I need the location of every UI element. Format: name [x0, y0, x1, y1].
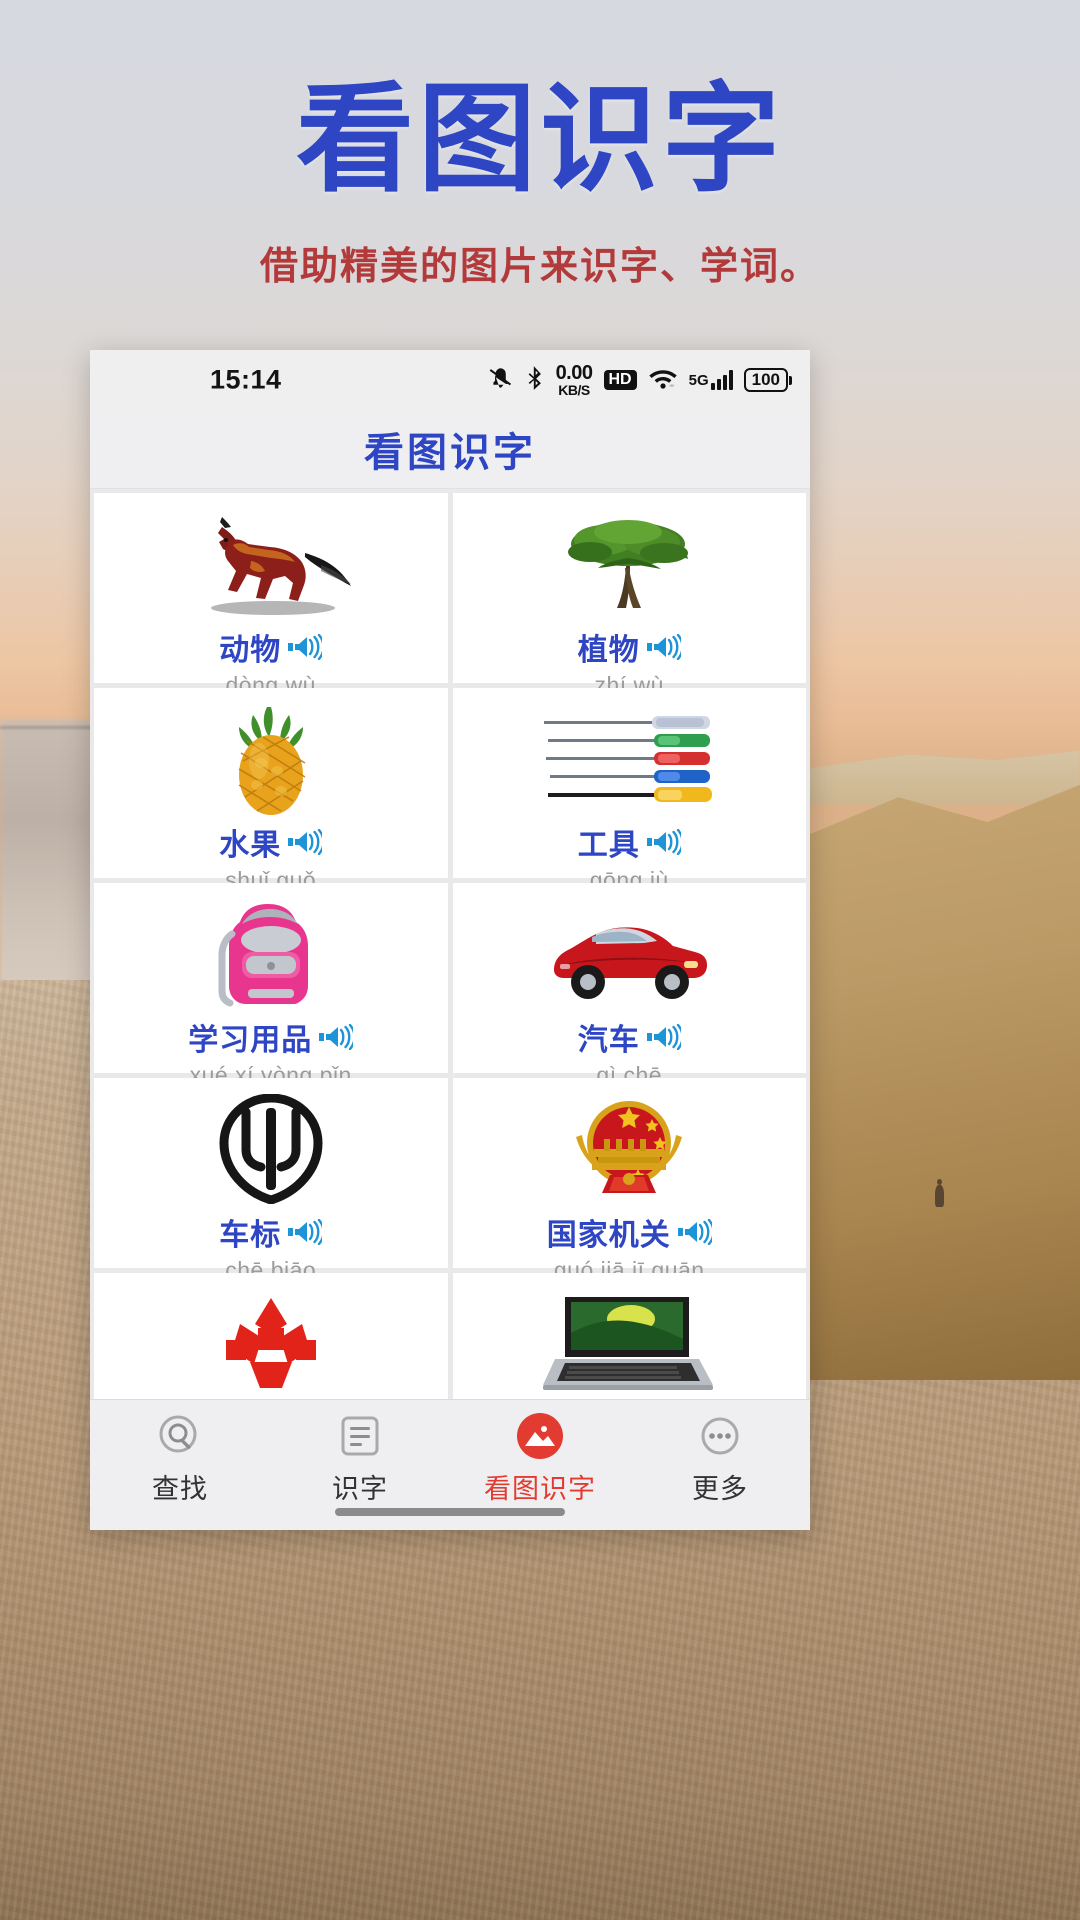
school-supplies-thumbnail [98, 895, 444, 1013]
category-card-cars[interactable]: 汽车 qì chē [452, 883, 806, 1088]
tree-image [554, 508, 704, 620]
state-organs-label-row: 国家机关 [547, 1210, 712, 1254]
home-indicator [335, 1508, 565, 1516]
category-card-partial-left[interactable] [94, 1273, 448, 1399]
tab-literacy-label: 识字 [332, 1474, 388, 1505]
tab-search-label: 查找 [152, 1474, 208, 1505]
fruits-thumbnail [98, 700, 444, 818]
category-card-school-supplies[interactable]: 学习用品 xué xí yòng pǐn [94, 883, 448, 1088]
cars-thumbnail [457, 895, 803, 1013]
red-car-image [534, 904, 724, 1004]
car-emblem-image [216, 1093, 326, 1205]
cars-label-row: 汽车 [578, 1015, 681, 1059]
national-emblem-image [554, 1093, 704, 1205]
cars-label: 汽车 [577, 1023, 640, 1058]
promo-title: 看图识字 [295, 70, 784, 208]
battery-level: 100 [743, 368, 788, 392]
car-logos-label: 车标 [219, 1218, 282, 1253]
category-card-state-organs[interactable]: 国家机关 guó jiā jī guān [452, 1078, 806, 1283]
speaker-icon[interactable] [677, 1219, 712, 1245]
status-bar: 15:14 0.00 KB/S HD 5G 100 [90, 350, 810, 410]
animals-thumbnail [98, 505, 444, 623]
fruits-label: 水果 [219, 828, 282, 863]
wifi-icon [648, 366, 678, 395]
plants-label: 植物 [577, 633, 640, 668]
state-organs-label: 国家机关 [546, 1218, 671, 1253]
battery-tip [789, 375, 792, 385]
list-icon [339, 1412, 381, 1460]
car-logos-label-row: 车标 [219, 1210, 323, 1254]
promo-header: 看图识字 借助精美的图片来识字、学词。 [0, 0, 1080, 350]
network-speed-value: 0.00 [555, 362, 593, 384]
speaker-icon[interactable] [646, 829, 681, 855]
app-title: 看图识字 [364, 430, 536, 476]
partial-right-thumbnail [457, 1285, 803, 1399]
speaker-icon[interactable] [288, 1219, 323, 1245]
tab-picture-literacy-label: 看图识字 [484, 1474, 596, 1505]
picture-icon [516, 1412, 564, 1460]
laptop-image [539, 1289, 719, 1399]
tools-thumbnail [457, 700, 803, 818]
network-speed-unit: KB/S [558, 382, 590, 398]
signal-bars [710, 370, 733, 390]
fruits-label-row: 水果 [219, 820, 323, 864]
tab-more-label: 更多 [692, 1474, 748, 1505]
network-speed: 0.00 KB/S [556, 363, 593, 397]
screwdrivers-image [534, 709, 724, 809]
horse-image [181, 509, 361, 619]
tools-label: 工具 [577, 828, 640, 863]
plants-thumbnail [457, 505, 803, 623]
school-supplies-label: 学习用品 [188, 1023, 313, 1058]
signal-generation-label: 5G [688, 372, 709, 389]
signal-icon: 5G [689, 370, 733, 390]
status-bar-icons: 0.00 KB/S HD 5G 100 [488, 363, 792, 397]
pineapple-image [217, 701, 325, 817]
tab-picture-literacy[interactable]: 看图识字 [465, 1412, 615, 1506]
partial-left-thumbnail [98, 1285, 444, 1399]
category-card-car-logos[interactable]: 车标 chē biāo [94, 1078, 448, 1283]
more-icon [697, 1412, 743, 1460]
speaker-icon[interactable] [319, 1024, 354, 1050]
promo-subtitle: 借助精美的图片来识字、学词。 [259, 244, 820, 288]
hd-icon: HD [603, 370, 637, 390]
mute-icon [488, 365, 514, 396]
category-card-tools[interactable]: 工具 gōng jù [452, 688, 806, 893]
phone-screenshot: 15:14 0.00 KB/S HD 5G 100 看图识字 动物 dòng w… [90, 350, 810, 1530]
speaker-icon[interactable] [646, 1024, 681, 1050]
search-icon [157, 1412, 203, 1460]
category-card-plants[interactable]: 植物 zhí wù [452, 493, 806, 698]
red-logo-image [196, 1288, 346, 1399]
plants-label-row: 植物 [578, 625, 681, 669]
background-person [935, 1179, 944, 1207]
category-grid-scroll[interactable]: 动物 dòng wù 植物 zhí wù 水果 shuǐ guǒ 工具 gōng… [90, 489, 810, 1399]
speaker-icon[interactable] [646, 634, 681, 660]
category-card-partial-right[interactable] [452, 1273, 806, 1399]
speaker-icon[interactable] [288, 634, 323, 660]
category-card-fruits[interactable]: 水果 shuǐ guǒ [94, 688, 448, 893]
bluetooth-icon [525, 365, 545, 396]
tools-label-row: 工具 [578, 820, 681, 864]
school-supplies-label-row: 学习用品 [188, 1015, 354, 1059]
animals-label-row: 动物 [219, 625, 323, 669]
status-bar-clock: 15:14 [210, 364, 282, 395]
tab-more[interactable]: 更多 [645, 1412, 795, 1506]
category-card-animals[interactable]: 动物 dòng wù [94, 493, 448, 698]
tab-search[interactable]: 查找 [105, 1412, 255, 1506]
tab-literacy[interactable]: 识字 [285, 1412, 435, 1506]
car-logos-thumbnail [98, 1090, 444, 1208]
category-grid: 动物 dòng wù 植物 zhí wù 水果 shuǐ guǒ 工具 gōng… [90, 489, 810, 1399]
animals-label: 动物 [219, 633, 282, 668]
speaker-icon[interactable] [288, 829, 323, 855]
battery-icon: 100 [743, 368, 792, 392]
app-title-bar: 看图识字 [90, 410, 810, 489]
state-organs-thumbnail [457, 1090, 803, 1208]
bottom-tab-bar: 查找 识字 看图识字 更多 [90, 1399, 810, 1530]
backpack-image [210, 896, 332, 1012]
